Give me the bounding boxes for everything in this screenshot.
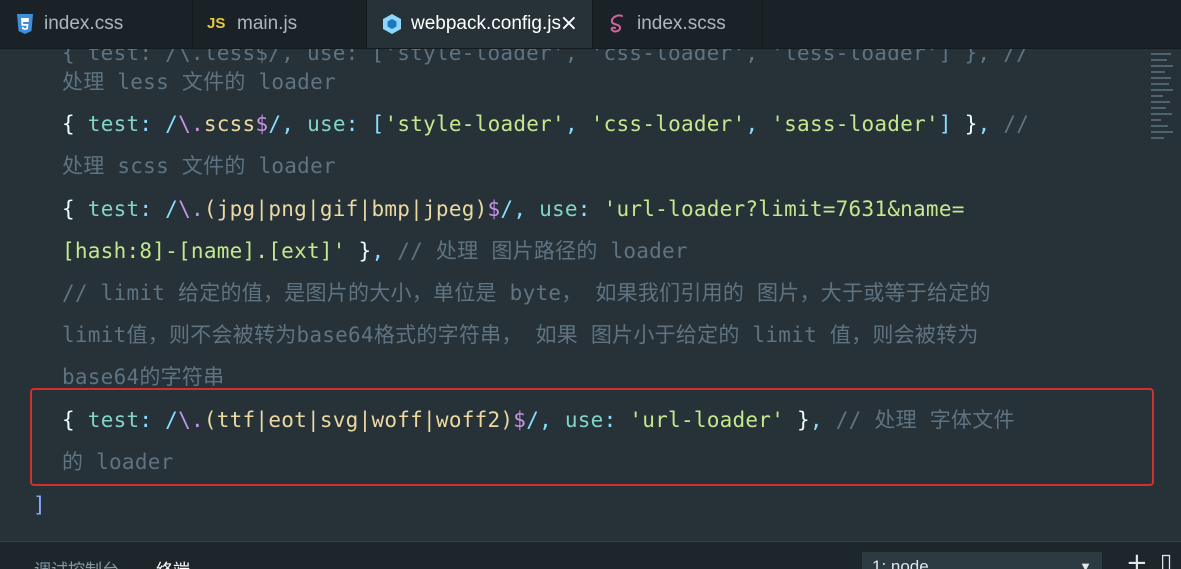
minimap[interactable] xyxy=(1151,49,1175,169)
code-line: 处理 less 文件的 loader xyxy=(62,70,336,94)
tab-main-js[interactable]: JS main.js xyxy=(193,0,367,48)
webpack-icon xyxy=(383,14,401,34)
code-editor[interactable]: { test: /\.less$/, use: ['style-loader',… xyxy=(0,49,1181,541)
tab-debug-console[interactable]: 调试控制台 xyxy=(34,556,119,569)
tab-label: index.scss xyxy=(637,13,726,34)
close-tab-icon[interactable]: × xyxy=(560,11,578,37)
chevron-down-icon: ▼ xyxy=(1079,559,1092,569)
add-terminal-button[interactable]: + xyxy=(1126,548,1148,569)
tab-webpack-config-js[interactable]: webpack.config.js × xyxy=(367,0,593,48)
js-icon: JS xyxy=(207,15,226,32)
sass-icon xyxy=(610,14,623,33)
split-terminal-button[interactable]: ▯ xyxy=(1160,548,1172,569)
code-line: { test: /\.(jpg|png|gif|bmp|jpeg)$/, use… xyxy=(62,197,965,221)
code-line: 处理 scss 文件的 loader xyxy=(62,154,336,178)
tab-index-scss[interactable]: index.scss xyxy=(593,0,763,48)
css3-icon xyxy=(17,14,33,34)
code-line: ] xyxy=(33,493,46,517)
code-line: // limit 给定的值，是图片的大小，单位是 byte， 如果我们引用的 图… xyxy=(62,281,991,305)
highlight-annotation-box xyxy=(30,388,1154,486)
tab-label: main.js xyxy=(237,13,298,34)
editor-tab-bar: index.css JS main.js webpack.config.js ×… xyxy=(0,0,1181,49)
tab-label: webpack.config.js xyxy=(411,13,561,34)
code-line: limit值，则不会被转为base64格式的字符串， 如果 图片小于给定的 li… xyxy=(62,323,979,347)
code-line: [hash:8]-[name].[ext]' }, // 处理 图片路径的 lo… xyxy=(62,239,688,263)
bottom-panel: 调试控制台 终端 1: node ▼ + ▯ xyxy=(0,541,1181,569)
tab-index-css[interactable]: index.css xyxy=(0,0,193,48)
code-line: { test: /\.scss$/, use: ['style-loader',… xyxy=(62,112,1030,136)
tab-terminal[interactable]: 终端 xyxy=(156,556,190,569)
terminal-select[interactable]: 1: node ▼ xyxy=(862,552,1102,569)
terminal-select-value: 1: node xyxy=(872,557,929,569)
tab-label: index.css xyxy=(44,13,124,34)
